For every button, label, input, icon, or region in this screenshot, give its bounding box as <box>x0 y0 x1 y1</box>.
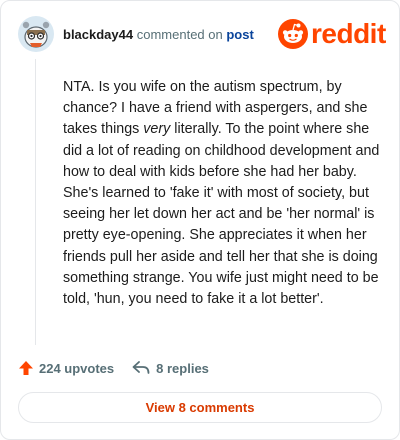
comment-body: NTA. Is you wife on the autism spectrum,… <box>63 77 383 310</box>
thread-line <box>35 59 36 345</box>
reply-count[interactable]: 8 replies <box>156 361 209 376</box>
comment-card: blackday44 commented on post reddit NTA.… <box>0 0 400 440</box>
comment-header: blackday44 commented on post <box>63 27 254 43</box>
username-link[interactable]: blackday44 <box>63 27 133 42</box>
comment-text-emphasis: very <box>143 121 171 138</box>
view-comments-button[interactable]: View 8 comments <box>18 392 382 423</box>
commented-text: commented on <box>136 27 223 42</box>
post-link[interactable]: post <box>226 27 253 42</box>
upvote-count: 224 upvotes <box>39 360 115 376</box>
avatar-icon[interactable] <box>18 16 54 52</box>
comment-actions: 224 upvotes 8 replies <box>18 358 209 378</box>
reply-arrow-icon[interactable] <box>132 361 150 375</box>
upvote-arrow-icon[interactable] <box>18 360 34 376</box>
reddit-wordmark: reddit <box>311 18 386 49</box>
comment-text-part2: literally. To the point where she did a … <box>63 121 380 308</box>
reddit-logo[interactable]: reddit <box>278 17 386 51</box>
reddit-logo-icon <box>278 19 308 49</box>
